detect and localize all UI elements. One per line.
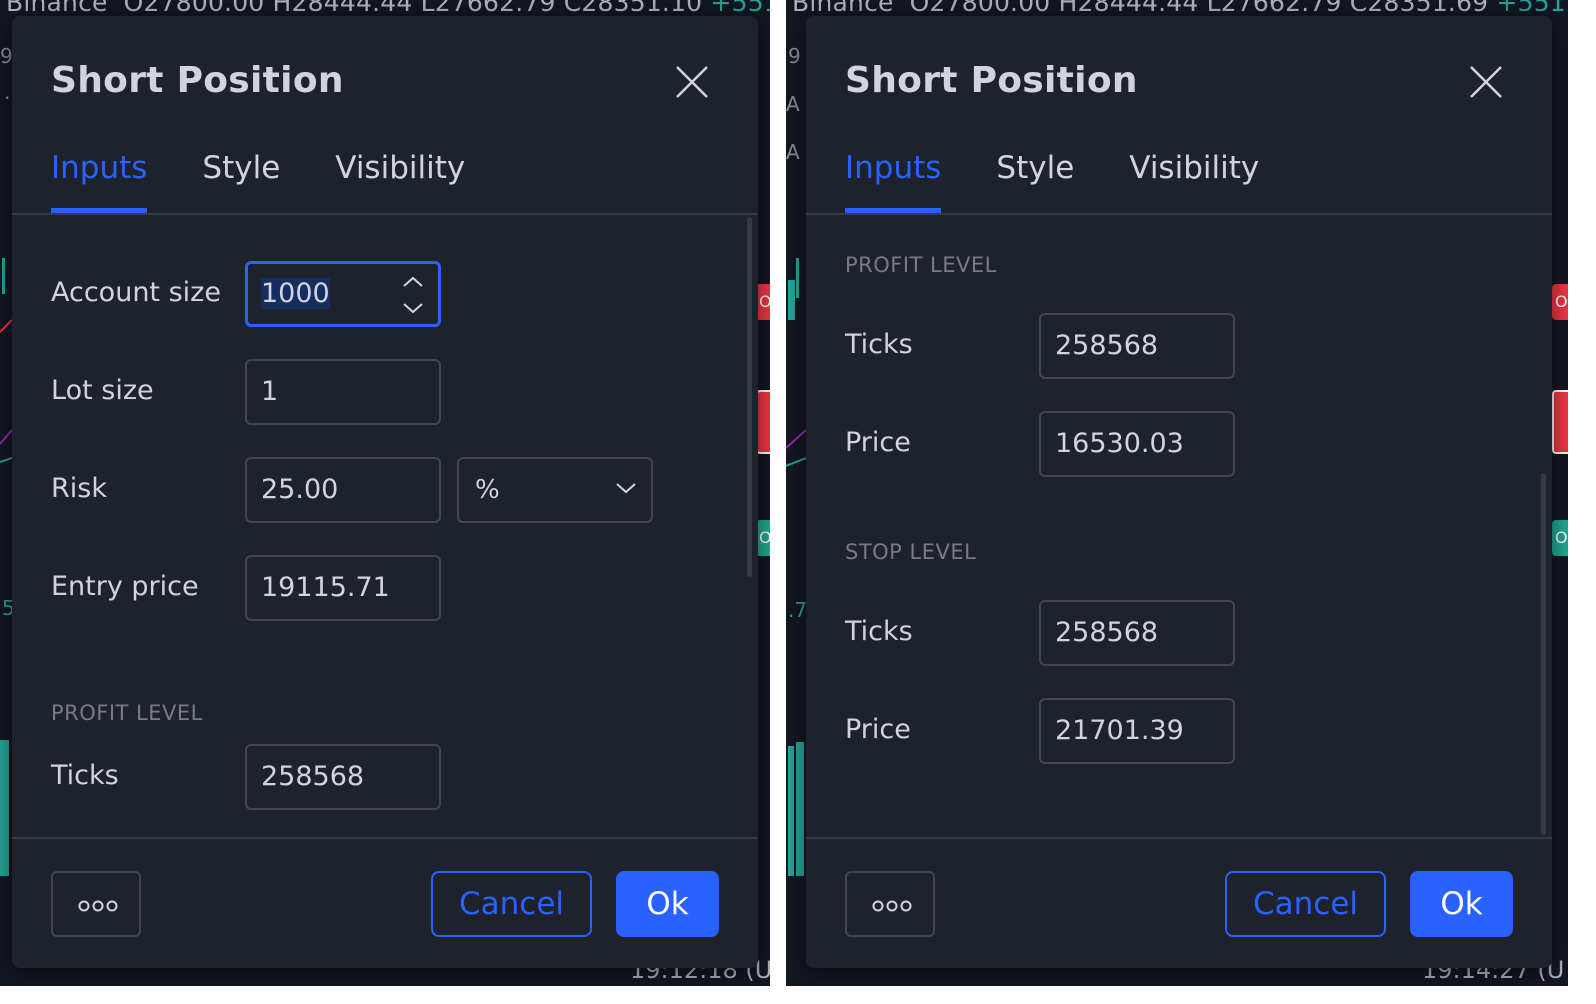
risk-input[interactable]: 25.00 — [245, 457, 441, 523]
stop-ticks-label: Ticks — [845, 616, 913, 647]
volume-bar — [0, 740, 9, 876]
cancel-button[interactable]: Cancel — [431, 871, 592, 937]
account-size-value: 1000 — [261, 278, 330, 309]
ticker-bar: Binance O27800.00 H28444.44 L27662.79 C28… — [792, 0, 1568, 17]
risk-label: Risk — [51, 473, 107, 504]
chart-line — [0, 319, 12, 463]
tab-inputs[interactable]: Inputs — [51, 150, 148, 214]
stop-ticks-input[interactable]: 258568 — [1039, 600, 1235, 666]
chart-line — [786, 429, 806, 467]
chart-fragment: · — [4, 86, 11, 110]
tab-visibility[interactable]: Visibility — [335, 150, 465, 214]
more-options-button[interactable] — [845, 871, 935, 937]
chart-fragment: A — [786, 140, 800, 164]
short-position-dialog: Short Position Inputs Style Visibility P… — [806, 16, 1552, 968]
ticker-symbol: Binance — [6, 0, 108, 17]
candle-body — [788, 280, 795, 320]
chevron-up-icon — [403, 276, 423, 287]
chart-panel-left: Binance O27800.00 H28444.44 L27662.79 C28… — [0, 0, 770, 986]
account-size-label: Account size — [51, 277, 221, 308]
scrollbar-thumb[interactable] — [1541, 473, 1546, 835]
close-button[interactable] — [674, 64, 710, 100]
dialog-tabs: Inputs Style Visibility — [845, 150, 1314, 214]
chart-fragment: 9 — [788, 44, 801, 68]
account-size-input[interactable]: 1000 — [245, 261, 441, 327]
risk-unit-value: % — [475, 475, 500, 505]
ticker-ohlc: O27800.00 H28444.44 L27662.79 C28351.69 — [909, 0, 1489, 17]
profit-price-label: Price — [845, 427, 911, 458]
dialog-body: PROFIT LEVEL Ticks 258568 Price 16530.03… — [806, 215, 1552, 837]
candle-wick — [2, 258, 5, 294]
profit-ticks-input[interactable]: 258568 — [1039, 313, 1235, 379]
lot-size-input[interactable]: 1 — [245, 359, 441, 425]
price-tag — [756, 390, 770, 454]
chevron-down-icon — [403, 303, 423, 314]
profit-price-input[interactable]: 16530.03 — [1039, 411, 1235, 477]
risk-unit-select[interactable]: % — [457, 457, 653, 523]
tab-style[interactable]: Style — [996, 150, 1074, 214]
price-tag: O — [756, 284, 770, 320]
lot-size-label: Lot size — [51, 375, 154, 406]
more-icon — [872, 900, 912, 912]
ticker-ohlc: O27800.00 H28444.44 L27662.79 C28351.10 — [123, 0, 703, 17]
ticker-bar: Binance O27800.00 H28444.44 L27662.79 C28… — [6, 0, 770, 17]
volume-bar — [796, 742, 804, 876]
profit-level-heading: PROFIT LEVEL — [845, 253, 997, 277]
chevron-down-icon — [616, 483, 636, 494]
ticker-symbol: Binance — [792, 0, 894, 17]
tab-visibility[interactable]: Visibility — [1129, 150, 1259, 214]
chart-fragment: 9 — [0, 44, 13, 68]
account-size-stepper[interactable] — [400, 272, 426, 318]
ok-button[interactable]: Ok — [616, 871, 719, 937]
price-tag: O — [1552, 284, 1568, 320]
tab-style[interactable]: Style — [202, 150, 280, 214]
cancel-button[interactable]: Cancel — [1225, 871, 1386, 937]
entry-price-label: Entry price — [51, 571, 199, 602]
entry-price-input[interactable]: 19115.71 — [245, 555, 441, 621]
price-tag: O — [1552, 520, 1568, 556]
more-options-button[interactable] — [51, 871, 141, 937]
dialog-title: Short Position — [51, 60, 344, 101]
stop-price-label: Price — [845, 714, 911, 745]
profit-level-heading: PROFIT LEVEL — [51, 701, 203, 725]
chart-panel-right: Binance O27800.00 H28444.44 L27662.79 C28… — [786, 0, 1568, 986]
footer-divider — [806, 837, 1552, 839]
tab-inputs[interactable]: Inputs — [845, 150, 942, 214]
candle-wick — [796, 258, 799, 298]
stop-price-input[interactable]: 21701.39 — [1039, 698, 1235, 764]
profit-ticks-label: Ticks — [845, 329, 913, 360]
dialog-tabs: Inputs Style Visibility — [51, 150, 520, 214]
price-tag: O — [756, 520, 770, 556]
chart-fragment: A — [786, 92, 800, 116]
footer-divider — [12, 837, 758, 839]
chart-fragment: .7 — [788, 598, 808, 622]
stop-level-heading: STOP LEVEL — [845, 540, 977, 564]
volume-bar — [788, 746, 794, 876]
close-icon — [1470, 66, 1502, 98]
close-icon — [676, 66, 708, 98]
short-position-dialog: Short Position Inputs Style Visibility A… — [12, 16, 758, 968]
ticker-change: +551.10 ( — [710, 0, 770, 17]
dialog-body: Account size 1000 Lot size 1 Risk 25.00 … — [12, 215, 758, 837]
scrollbar-thumb[interactable] — [747, 217, 752, 577]
more-icon — [78, 900, 118, 912]
price-tag — [1552, 390, 1568, 454]
dialog-title: Short Position — [845, 60, 1138, 101]
close-button[interactable] — [1468, 64, 1504, 100]
profit-ticks-input[interactable]: 258568 — [245, 744, 441, 810]
ok-button[interactable]: Ok — [1410, 871, 1513, 937]
profit-ticks-label: Ticks — [51, 760, 119, 791]
ticker-change: +551.69 ( — [1496, 0, 1568, 17]
